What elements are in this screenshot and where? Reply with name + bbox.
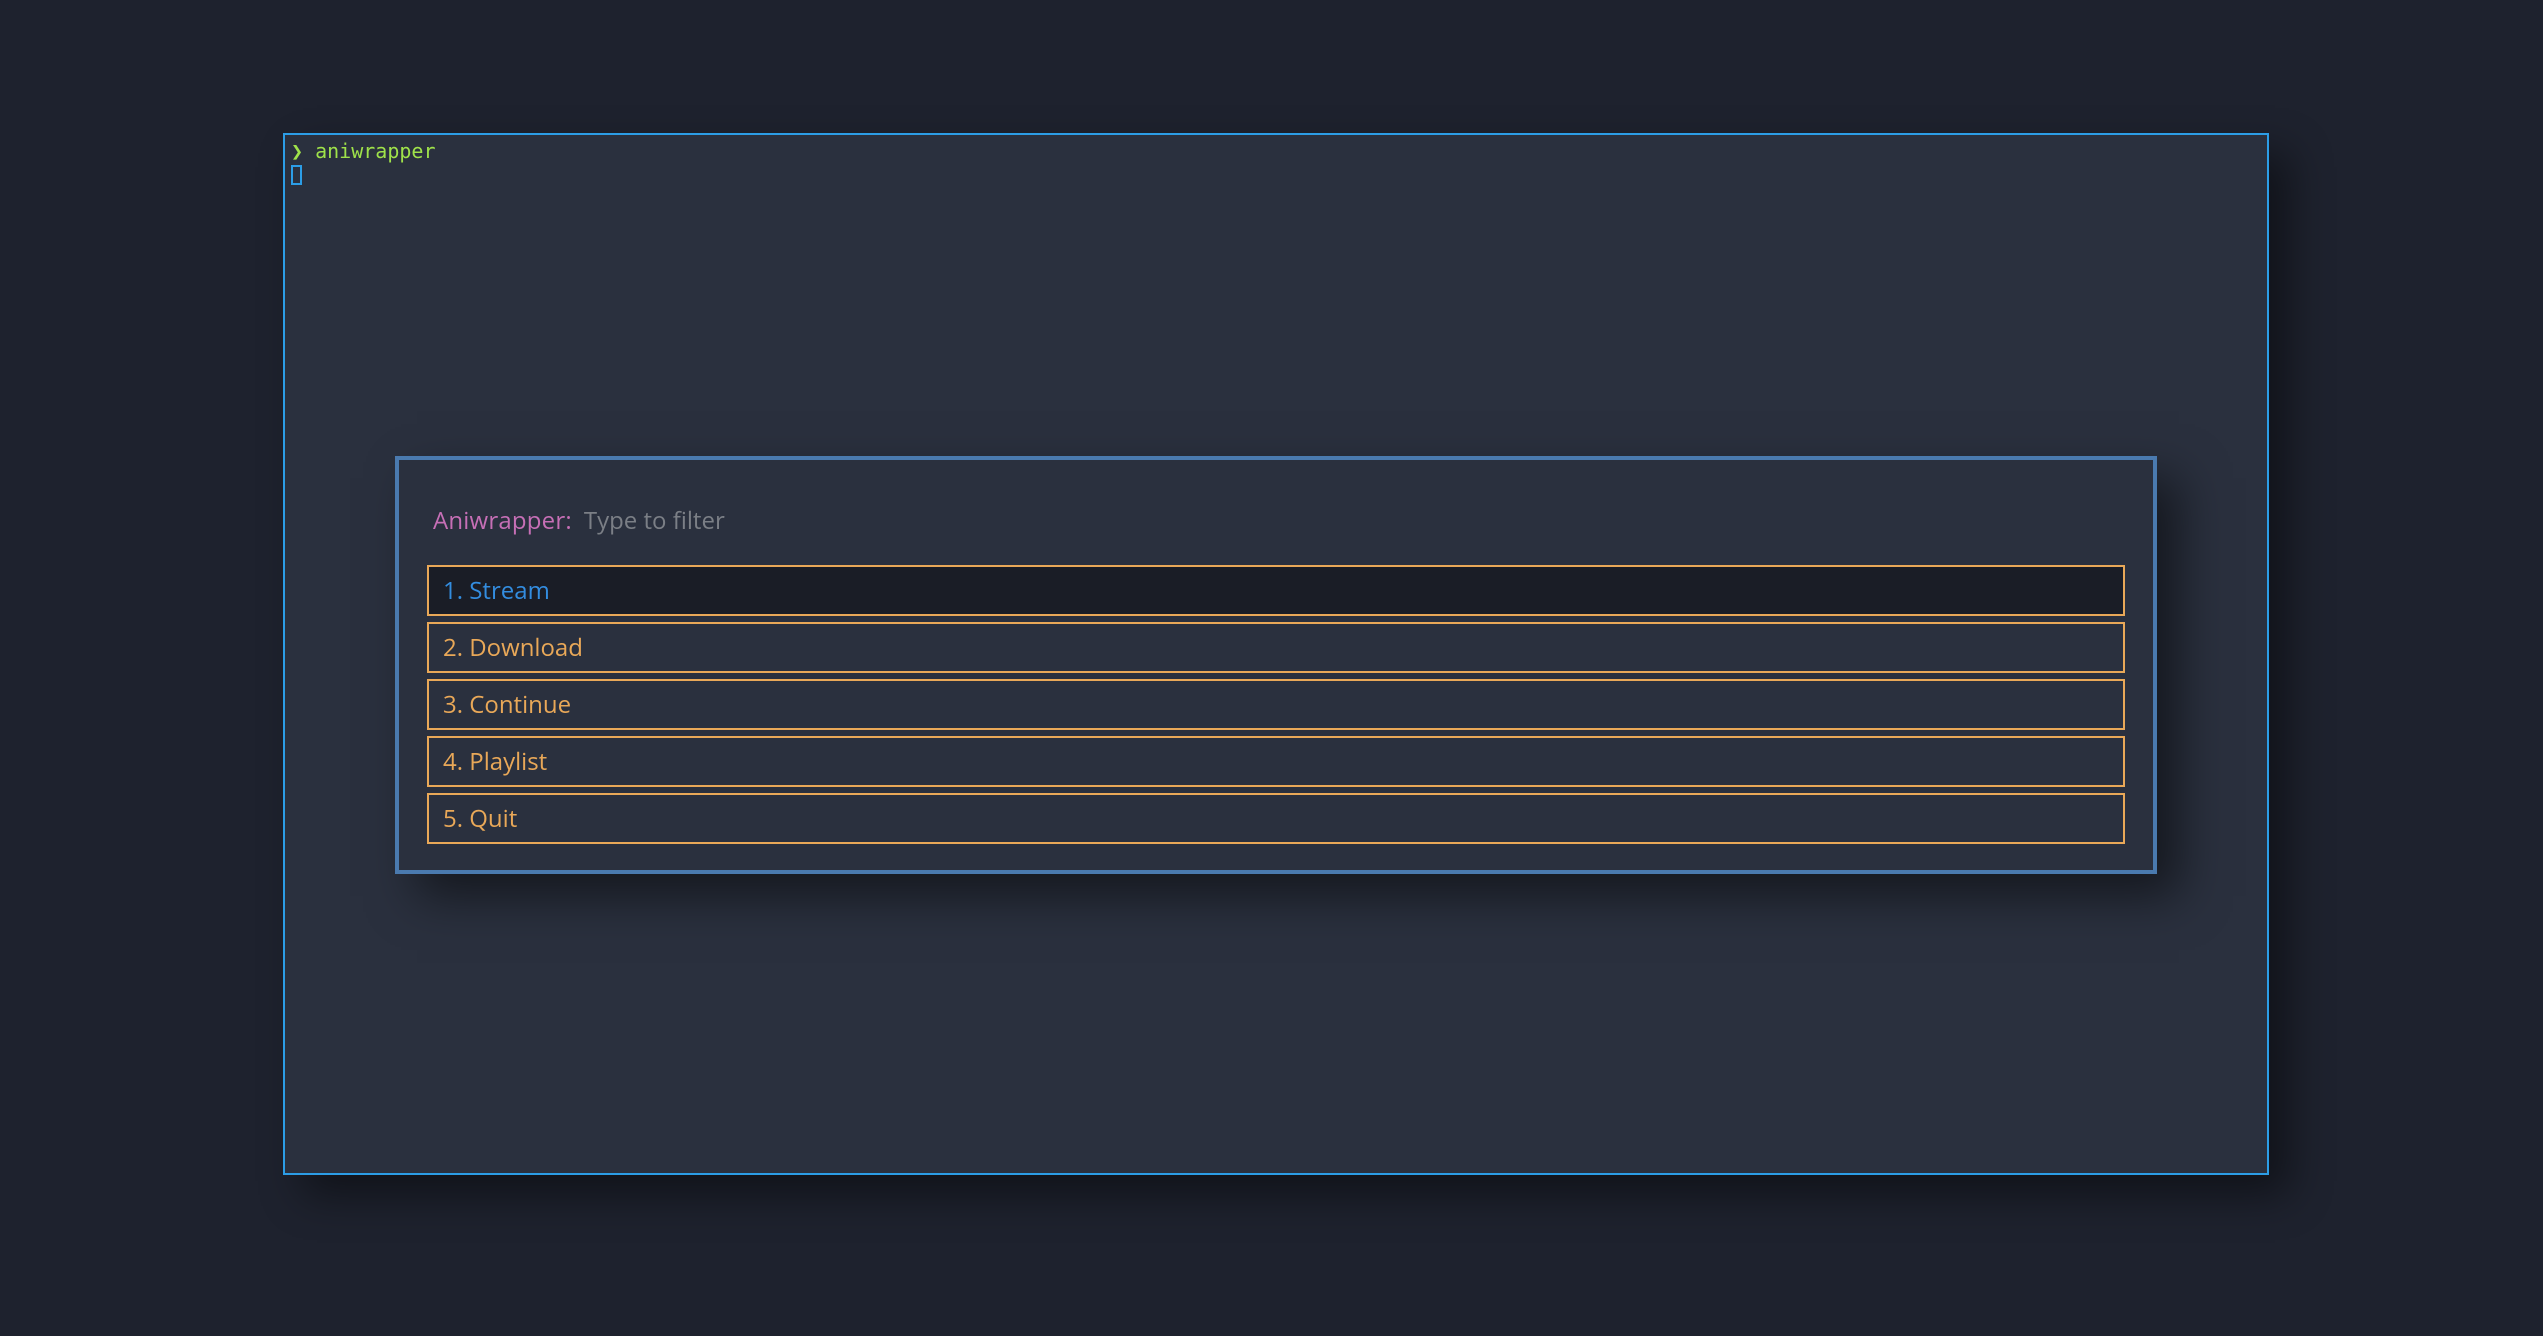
filter-input[interactable] — [584, 504, 2119, 537]
terminal-content: ❯ aniwrapper — [285, 135, 2267, 191]
option-playlist[interactable]: 4. Playlist — [427, 736, 2125, 787]
option-label: 1. Stream — [443, 574, 550, 607]
option-download[interactable]: 2. Download — [427, 622, 2125, 673]
dialog-prompt-label: Aniwrapper: — [433, 504, 572, 537]
option-label: 4. Playlist — [443, 745, 547, 778]
option-label: 5. Quit — [443, 802, 517, 835]
option-stream[interactable]: 1. Stream — [427, 565, 2125, 616]
option-quit[interactable]: 5. Quit — [427, 793, 2125, 844]
cursor-icon — [291, 165, 302, 185]
option-label: 3. Continue — [443, 688, 571, 721]
option-label: 2. Download — [443, 631, 583, 664]
option-continue[interactable]: 3. Continue — [427, 679, 2125, 730]
option-list: 1. Stream 2. Download 3. Continue 4. Pla… — [427, 565, 2125, 844]
prompt-chevron-icon: ❯ — [291, 139, 303, 163]
terminal-command: aniwrapper — [315, 139, 435, 163]
rofi-dialog: Aniwrapper: 1. Stream 2. Download 3. Con… — [395, 456, 2157, 874]
dialog-header: Aniwrapper: — [427, 484, 2125, 565]
